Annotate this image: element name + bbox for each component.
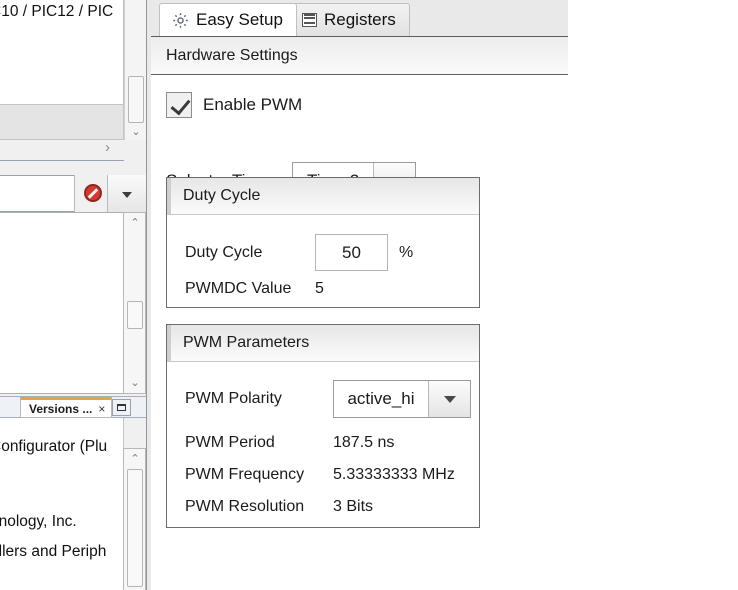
easy-setup-panel: Easy Setup Registers Hardware Settings E…	[151, 0, 568, 590]
duty-cycle-group-body: Duty Cycle 50 % PWMDC Value 5	[167, 215, 479, 307]
enable-pwm-row[interactable]: Enable PWM	[166, 92, 302, 118]
chevron-up-icon[interactable]: ⌃	[128, 452, 142, 466]
resource-list-scrollbar[interactable]: ⌃ ⌄	[123, 212, 146, 394]
pwm-polarity-value: active_hi	[334, 381, 428, 417]
no-entry-icon	[84, 184, 102, 202]
scrollbar-thumb[interactable]	[128, 76, 144, 123]
pwm-resolution-row: PWM Resolution 3 Bits	[185, 498, 373, 516]
device-list-scrollbar[interactable]: ⌄	[124, 0, 146, 140]
pwm-parameters-group: PWM Parameters PWM Polarity active_hi PW…	[166, 324, 480, 528]
pwm-polarity-label: PWM Polarity	[185, 390, 333, 408]
chevron-down-icon	[122, 192, 132, 198]
duty-cycle-group-title: Duty Cycle	[167, 178, 479, 215]
pwm-polarity-dropdown-button[interactable]	[428, 381, 470, 417]
close-icon[interactable]: ×	[98, 402, 105, 416]
pwm-period-label: PWM Period	[185, 434, 333, 452]
tab-versions[interactable]: Versions ... ×	[20, 397, 112, 418]
duty-cycle-input[interactable]: 50	[315, 234, 388, 271]
tab-registers[interactable]: Registers	[289, 3, 410, 36]
screen-root: C10 / PIC12 / PIC › ⌄ ⌃ ⌄ Versions ...	[0, 0, 738, 590]
device-list-text: C10 / PIC12 / PIC	[0, 3, 113, 21]
chevron-down-icon[interactable]: ⌄	[128, 376, 142, 390]
chevron-down-icon[interactable]: ⌄	[129, 125, 143, 139]
no-entry-button[interactable]	[74, 175, 107, 212]
device-selector-combo[interactable]	[0, 175, 145, 212]
pwm-frequency-row: PWM Frequency 5.33333333 MHz	[185, 466, 455, 484]
output-console-scrollbar[interactable]: ⌃	[123, 448, 146, 590]
pwm-resolution-value: 3 Bits	[333, 498, 373, 516]
enable-pwm-label: Enable PWM	[203, 95, 302, 115]
chevron-up-icon[interactable]: ⌃	[128, 216, 142, 230]
output-line: Configurator (Plu	[0, 438, 107, 456]
duty-cycle-label: Duty Cycle	[185, 244, 315, 262]
panel-content: Hardware Settings Enable PWM Select a Ti…	[151, 36, 568, 590]
bottom-tab-strip: Versions ... ×	[0, 396, 146, 418]
tab-easy-setup-label: Easy Setup	[196, 10, 283, 30]
combo-dropdown-button[interactable]	[107, 175, 146, 212]
tab-easy-setup[interactable]: Easy Setup	[159, 3, 297, 36]
pwmdc-value: 5	[315, 280, 324, 298]
output-console-panel[interactable]: Configurator (Plu hnology, Inc. ollers a…	[0, 418, 124, 590]
device-list-panel[interactable]: C10 / PIC12 / PIC	[0, 0, 124, 104]
minimize-icon	[117, 404, 126, 411]
panel-tab-bar: Easy Setup Registers	[151, 0, 568, 36]
pwmdc-value-row: PWMDC Value 5	[185, 280, 324, 298]
pwm-period-row: PWM Period 187.5 ns	[185, 434, 394, 452]
chevron-down-icon	[444, 396, 456, 403]
duty-cycle-unit: %	[399, 244, 413, 262]
hardware-settings-header: Hardware Settings	[151, 37, 568, 75]
pwm-frequency-value: 5.33333333 MHz	[333, 466, 455, 484]
scrollbar-thumb[interactable]	[127, 301, 143, 329]
panel-divider	[0, 160, 124, 161]
list-icon	[302, 13, 317, 27]
minimize-button[interactable]	[112, 399, 131, 416]
enable-pwm-checkbox[interactable]	[166, 92, 192, 118]
pwm-parameters-group-title: PWM Parameters	[167, 325, 479, 362]
pwmdc-value-label: PWMDC Value	[185, 280, 315, 298]
pwm-polarity-row: PWM Polarity active_hi	[185, 380, 471, 418]
expand-arrow-icon[interactable]: ›	[105, 141, 121, 157]
pwm-polarity-select[interactable]: active_hi	[333, 380, 471, 418]
pwm-parameters-group-body: PWM Polarity active_hi PWM Period 187.5 …	[167, 362, 479, 527]
pwm-frequency-label: PWM Frequency	[185, 466, 333, 484]
output-line: ollers and Periph	[0, 543, 106, 561]
left-partial-window: C10 / PIC12 / PIC › ⌄ ⌃ ⌄ Versions ...	[0, 0, 151, 590]
pwm-period-value: 187.5 ns	[333, 434, 394, 452]
page-title: Hardware Settings	[166, 47, 298, 65]
device-list-footer-bar	[0, 104, 124, 140]
duty-cycle-group: Duty Cycle Duty Cycle 50 % PWMDC Value 5	[166, 177, 480, 308]
output-line: hnology, Inc.	[0, 513, 77, 531]
scrollbar-thumb[interactable]	[127, 469, 143, 587]
tab-versions-label: Versions ...	[29, 402, 92, 416]
duty-cycle-field-row: Duty Cycle 50 %	[185, 234, 413, 271]
pwm-resolution-label: PWM Resolution	[185, 498, 333, 516]
resource-list-area[interactable]	[0, 212, 124, 394]
gear-icon	[172, 12, 189, 29]
tab-registers-label: Registers	[324, 10, 396, 30]
